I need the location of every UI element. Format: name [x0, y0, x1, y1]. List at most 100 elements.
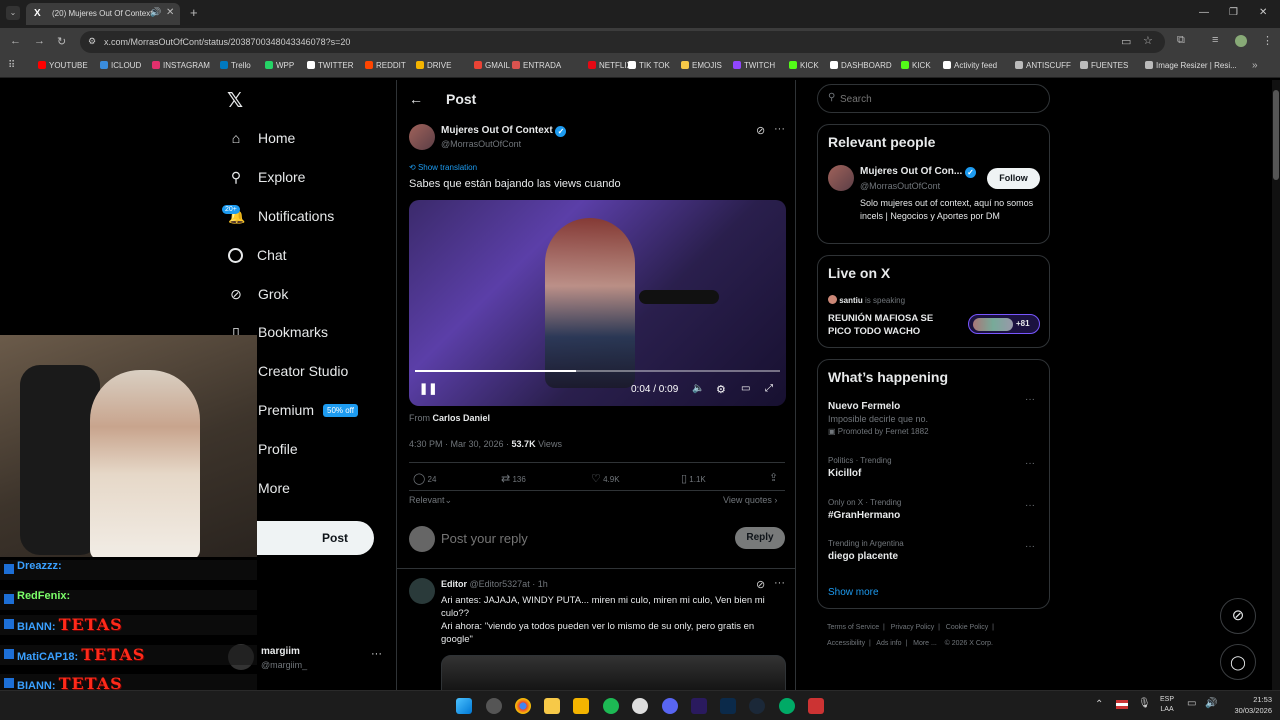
grok-post-icon[interactable]: ⊘ [756, 124, 765, 137]
nav-chat[interactable]: Chat [228, 247, 287, 263]
bookmark-item[interactable]: TIK TOK [628, 61, 670, 70]
site-info-icon[interactable]: ⚙ [88, 36, 96, 47]
show-more-link[interactable]: Show more [828, 587, 879, 598]
minimize-icon[interactable]: — [1199, 7, 1209, 18]
trend-item[interactable]: Trending in Argentina diego placente ··· [828, 539, 1040, 562]
spotify-taskbar-icon[interactable] [603, 698, 619, 714]
bookmark-action[interactable]: ▯ 1.1K [681, 472, 706, 485]
clock[interactable]: 21:53 30/03/2026 [1222, 694, 1272, 716]
discord-taskbar-icon[interactable] [662, 698, 678, 714]
network-icon[interactable]: ▭ [1187, 698, 1196, 709]
app2-taskbar-icon[interactable] [779, 698, 795, 714]
share-icon[interactable]: ⇪ [769, 471, 778, 484]
follow-button[interactable]: Follow [987, 168, 1040, 189]
bookmark-item[interactable]: Activity feed [943, 61, 997, 70]
reading-list-icon[interactable]: ≡ [1212, 34, 1218, 46]
x-logo-icon[interactable]: 𝕏 [227, 88, 243, 112]
fullscreen-icon[interactable]: ⤢ [765, 383, 773, 394]
reload-icon[interactable]: ↻ [57, 35, 66, 48]
premiere-taskbar-icon[interactable] [691, 698, 707, 714]
footer-terms[interactable]: Terms of Service [827, 624, 879, 631]
back-arrow-icon[interactable]: ← [409, 91, 423, 107]
bookmark-star-icon[interactable]: ☆ [1143, 34, 1153, 47]
author-avatar[interactable] [409, 124, 435, 150]
bookmark-item[interactable]: INSTAGRAM [152, 61, 210, 70]
reply-author-row[interactable]: Editor @Editor5327at · 1h [441, 579, 548, 589]
settings-icon[interactable]: ⚙ [716, 383, 726, 396]
footer-more[interactable]: More ... [913, 640, 937, 647]
explorer-taskbar-icon[interactable] [573, 698, 589, 714]
new-tab-icon[interactable]: + [190, 5, 198, 20]
bookmark-item[interactable]: NETFLIX [588, 61, 632, 70]
bookmark-item[interactable]: YOUTUBE [38, 61, 88, 70]
bookmark-item[interactable]: KICK [901, 61, 931, 70]
trend-more-icon[interactable]: ··· [1025, 500, 1035, 511]
trend-more-icon[interactable]: ··· [1025, 541, 1035, 552]
cast-icon[interactable]: ▭ [1121, 35, 1131, 48]
reply-grok-icon[interactable]: ⊘ [756, 578, 765, 591]
bookmark-item[interactable]: KICK [789, 61, 819, 70]
nav-home[interactable]: ⌂ Home [228, 130, 296, 146]
profile-avatar-icon[interactable] [1235, 35, 1247, 47]
bookmark-item[interactable]: ENTRADA [512, 61, 561, 70]
search-box[interactable]: ⚲ [817, 84, 1050, 113]
tray-chevron-icon[interactable]: ⌃ [1095, 699, 1103, 710]
browser-menu-icon[interactable]: ⋮ [1262, 34, 1273, 47]
app3-taskbar-icon[interactable] [808, 698, 824, 714]
tray-mic-icon[interactable]: 🎙 [1138, 698, 1151, 709]
maximize-icon[interactable]: ❐ [1229, 7, 1238, 18]
video-source[interactable]: From Carlos Daniel [409, 413, 490, 423]
grok-float-button[interactable]: ⊘ [1220, 598, 1256, 634]
notes-taskbar-icon[interactable] [544, 698, 560, 714]
back-icon[interactable]: ← [10, 35, 21, 47]
bookmark-item[interactable]: ANTISCUFF [1015, 61, 1071, 70]
bookmark-item[interactable]: Trello [220, 61, 251, 70]
extensions-icon[interactable]: ⧉ [1177, 34, 1185, 47]
reply-button[interactable]: Reply [735, 527, 785, 549]
show-translation-link[interactable]: ⟲ Show translation [409, 163, 477, 172]
footer-ads-info[interactable]: Ads info [876, 640, 901, 647]
footer-privacy[interactable]: Privacy Policy [891, 624, 935, 631]
sort-dropdown[interactable]: Relevant⌄ [409, 495, 452, 506]
url-field[interactable]: ⚙ x.com/MorrasOutOfCont/status/203870034… [80, 31, 1165, 53]
live-listeners-pill[interactable]: +81 [968, 314, 1040, 334]
video-progress-track[interactable] [415, 370, 780, 372]
rp-name-row[interactable]: Mujeres Out Of Con... ✓ [860, 166, 977, 178]
tray-flag-icon[interactable] [1116, 700, 1128, 709]
page-scrollbar[interactable] [1272, 80, 1280, 690]
search-input[interactable] [840, 91, 1040, 107]
bookmark-item[interactable]: TWITTER [307, 61, 354, 70]
trend-item[interactable]: Nuevo Fermelo Imposible decirle que no. ▣ … [828, 394, 1040, 436]
bookmark-item[interactable]: Image Resizer | Resi... [1145, 61, 1237, 70]
footer-cookie[interactable]: Cookie Policy [946, 624, 988, 631]
bookmark-item[interactable]: EMOJIS [681, 61, 722, 70]
steam-taskbar-icon[interactable] [749, 698, 765, 714]
reply-media[interactable] [441, 655, 786, 695]
scrollbar-thumb[interactable] [1273, 90, 1279, 180]
bookmark-item[interactable]: DASHBOARD [830, 61, 892, 70]
trend-more-icon[interactable]: ··· [1025, 394, 1035, 405]
view-quotes-link[interactable]: View quotes › [723, 495, 777, 505]
like-action[interactable]: ♡ 4.9K [591, 472, 620, 485]
chrome-taskbar-icon[interactable] [515, 698, 531, 714]
forward-icon[interactable]: → [34, 35, 45, 47]
trend-item[interactable]: Politics · Trending Kicillof ··· [828, 456, 1040, 479]
post-more-icon[interactable]: ··· [774, 123, 785, 135]
nav-explore[interactable]: ⚲ Explore [228, 169, 306, 185]
bookmark-item[interactable]: GMAIL [474, 61, 510, 70]
tab-audio-icon[interactable]: 🔊 [150, 7, 161, 18]
bookmark-item[interactable]: TWITCH [733, 61, 775, 70]
volume-icon[interactable]: 🔈 [692, 383, 704, 394]
trend-item[interactable]: Only on X · Trending #GranHermano ··· [828, 498, 1040, 521]
reply-more-icon[interactable]: ··· [774, 577, 785, 589]
bookmark-item[interactable]: FUENTES [1080, 61, 1128, 70]
apps-grid-icon[interactable]: ⠿ [8, 60, 15, 71]
bookmark-item[interactable]: ICLOUD [100, 61, 141, 70]
input-language[interactable]: ESP LAA [1160, 695, 1174, 715]
start-icon[interactable] [456, 698, 472, 714]
tab-list-icon[interactable]: ⌄ [6, 6, 20, 20]
volume-tray-icon[interactable]: 🔊 [1205, 698, 1217, 709]
rp-avatar[interactable] [828, 165, 854, 191]
author-name-row[interactable]: Mujeres Out Of Context ✓ [441, 125, 567, 137]
nav-notifications[interactable]: 🔔 Notifications [228, 208, 334, 224]
